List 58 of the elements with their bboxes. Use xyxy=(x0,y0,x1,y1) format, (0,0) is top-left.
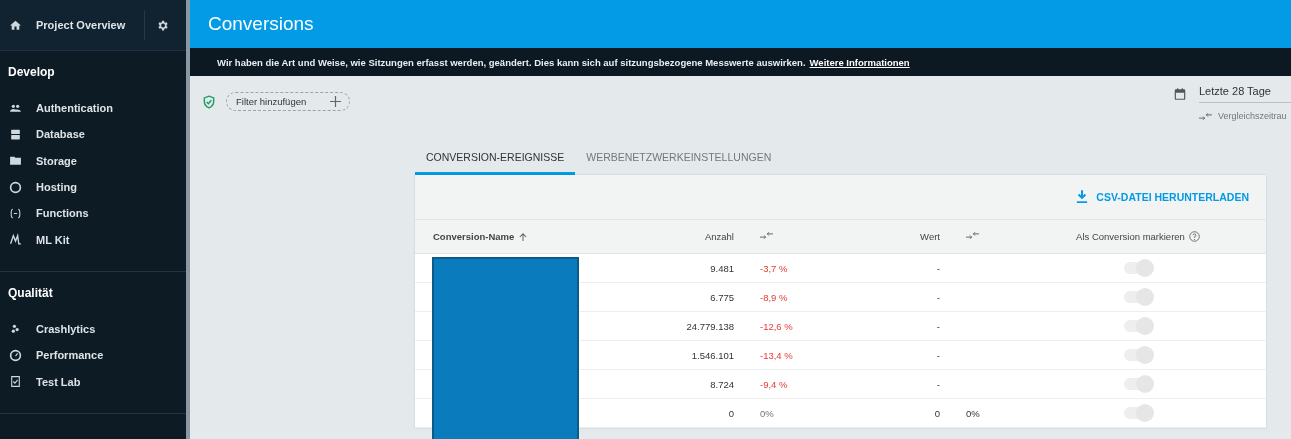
notice-text: Wir haben die Art und Weise, wie Sitzungen erfasst werden, geändert. Dies kann sich auf sitzungsbezogene Messwerte auswirken. xyxy=(217,56,806,68)
nav-item[interactable]: Crashlytics xyxy=(36,322,96,335)
sort-up-icon xyxy=(519,232,528,241)
braces-icon xyxy=(9,206,22,220)
clipboard-check-icon xyxy=(9,375,22,388)
table-cell: -8,9 % xyxy=(760,291,788,303)
section-heading: Qualität xyxy=(7,285,54,302)
table-cell: 0% xyxy=(760,407,774,419)
table-cell: 0 xyxy=(728,407,734,419)
compare-icon xyxy=(760,231,773,240)
column-header[interactable]: Wert xyxy=(920,231,940,242)
table-cell: - xyxy=(936,291,940,303)
compare-icon xyxy=(1199,111,1212,121)
nav-item[interactable]: Database xyxy=(36,128,85,141)
date-range-dropdown[interactable]: Letzte 28 Tage xyxy=(1199,85,1291,103)
plus-icon xyxy=(330,96,342,107)
nav-item[interactable]: Hosting xyxy=(36,181,77,194)
nav-item[interactable]: Storage xyxy=(36,154,77,167)
nav-item[interactable]: Authentication xyxy=(36,102,113,115)
folder-icon xyxy=(9,154,22,168)
table-cell: -13,4 % xyxy=(760,349,793,361)
nav-item[interactable]: ML Kit xyxy=(36,233,70,246)
page-title: Conversions xyxy=(208,13,314,35)
column-header: Als Conversion markieren xyxy=(1076,231,1185,242)
tab[interactable]: WERBENETZWERKEINSTELLUNGEN xyxy=(575,142,783,175)
table-cell: 8.724 xyxy=(710,378,734,390)
ml-icon xyxy=(9,233,22,247)
table-cell: - xyxy=(936,349,940,361)
settings-icon[interactable] xyxy=(156,18,169,32)
table-cell: -12,6 % xyxy=(760,320,793,332)
table-cell: 0% xyxy=(966,407,980,419)
shield-check-icon xyxy=(202,95,216,109)
compare-icon xyxy=(966,231,979,240)
table-cell: 24.779.138 xyxy=(686,320,734,332)
table-cell: - xyxy=(936,320,940,332)
nav-item[interactable]: Performance xyxy=(36,349,104,362)
table-cell: -3,7 % xyxy=(760,262,788,274)
comparison-period-label[interactable]: Vergleichszeitrau xyxy=(1218,111,1287,121)
table-cell: -9,4 % xyxy=(760,378,788,390)
column-header[interactable]: Conversion-Name xyxy=(433,231,515,242)
table-cell: - xyxy=(936,378,940,390)
gauge-icon xyxy=(9,348,22,362)
nav-item[interactable]: Functions xyxy=(36,207,89,220)
table-cell: 1.546.101 xyxy=(691,349,734,361)
table-cell: - xyxy=(936,262,940,274)
table-cell: 6.775 xyxy=(710,291,734,303)
column-header[interactable]: Anzahl xyxy=(704,231,734,242)
help-icon[interactable] xyxy=(1188,231,1200,242)
home-icon[interactable] xyxy=(9,18,22,32)
project-overview-link[interactable]: Project Overview xyxy=(36,19,144,31)
section-heading: Develop xyxy=(7,65,56,81)
server-icon xyxy=(9,127,22,141)
table-cell: 0 xyxy=(934,407,940,419)
calendar-icon xyxy=(1173,87,1187,101)
more-info-link[interactable]: Weitere Informationen xyxy=(809,56,910,68)
nav-item[interactable]: Test Lab xyxy=(36,375,81,388)
download-icon xyxy=(1076,190,1089,204)
table-cell: 9.481 xyxy=(710,262,734,274)
